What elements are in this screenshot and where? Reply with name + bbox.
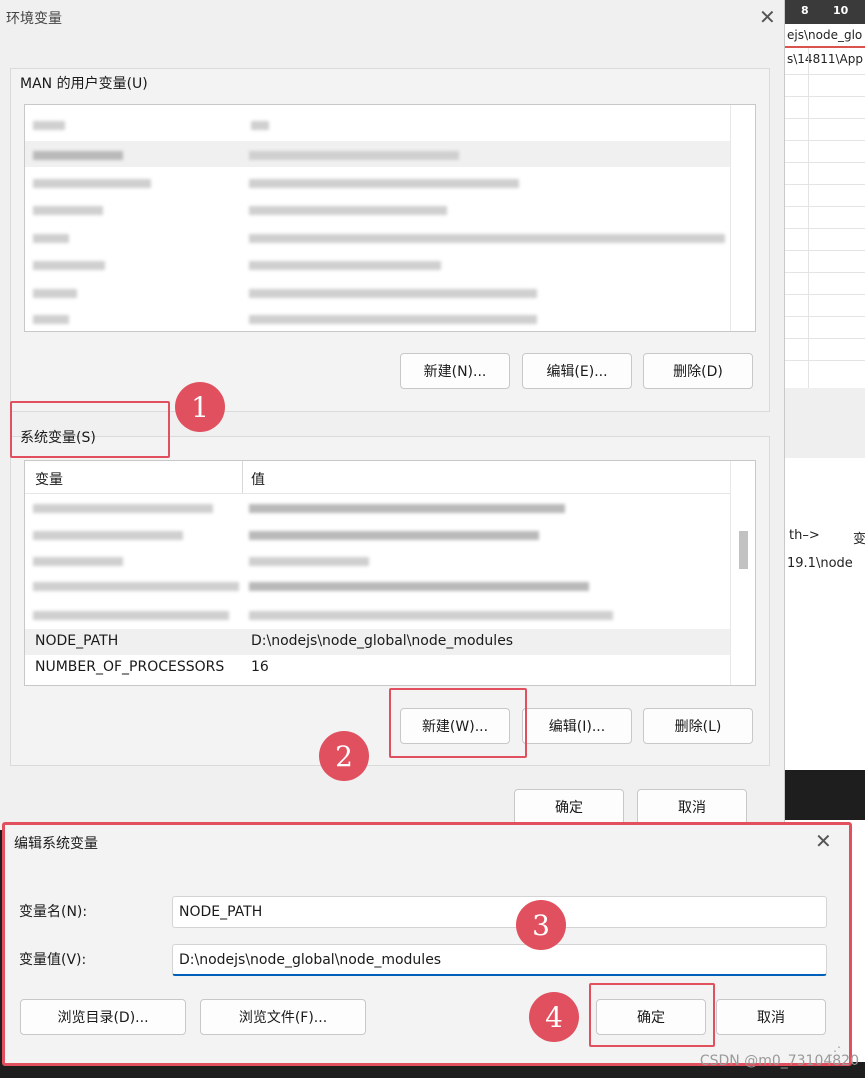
column-header-variable[interactable]: 变量 [35,469,63,489]
variable-value-label: 变量值(V): [19,952,87,968]
user-delete-button[interactable]: 删除(D) [643,353,753,389]
masked-cell [249,261,441,270]
annotation-box-new-button [389,688,527,758]
background-window [785,0,865,770]
background-col-8: 8 [801,4,809,17]
user-variables-rows [25,105,730,331]
background-grid-line [785,250,865,251]
background-text: th–> [789,528,820,543]
row-variable-name: NUMBER_OF_PROCESSORS [35,659,225,675]
masked-cell [33,557,123,566]
background-path-line: s\14811\App [787,52,863,66]
system-list-scrollbar[interactable] [730,461,755,685]
masked-cell [249,531,539,540]
variable-name-label: 变量名(N): [19,904,88,920]
background-grid-line [785,140,865,141]
masked-cell [33,206,103,215]
background-grid-line [785,118,865,119]
header-separator [25,493,730,494]
masked-cell [249,315,537,324]
variable-value-input[interactable] [172,944,827,976]
user-new-button[interactable]: 新建(N)... [400,353,510,389]
annotation-badge-3: 3 [516,900,566,950]
edit-dialog-title: 编辑系统变量 [14,836,98,852]
system-edit-button[interactable]: 编辑(I)... [522,708,632,744]
close-icon[interactable]: ✕ [815,831,832,851]
masked-cell [33,234,69,243]
masked-cell [249,557,369,566]
masked-cell [249,289,537,298]
background-underline [785,46,865,48]
background-grid-line [785,184,865,185]
masked-cell [249,151,459,160]
table-row[interactable]: NUMBER_OF_PROCESSORS 16 [25,655,730,681]
masked-cell [33,151,123,160]
background-header [785,0,865,24]
background-grid-line [785,206,865,207]
masked-cell [249,206,447,215]
background-text: 变 [853,532,865,547]
variable-name-input[interactable] [172,896,827,928]
dialog-title: 环境变量 [6,11,62,27]
background-grid-line [808,48,809,388]
masked-cell [249,234,725,243]
browse-directory-button[interactable]: 浏览目录(D)... [20,999,186,1035]
background-panel [785,388,865,458]
user-edit-button[interactable]: 编辑(E)... [522,353,632,389]
annotation-box-system-variables [10,401,170,458]
annotation-badge-4: 4 [529,992,579,1042]
masked-cell [249,504,565,513]
masked-cell [33,504,213,513]
edit-cancel-button[interactable]: 取消 [716,999,826,1035]
column-header-value[interactable]: 值 [251,469,265,489]
masked-cell [33,531,183,540]
masked-cell [33,179,151,188]
user-variables-list[interactable] [24,104,756,332]
background-grid-line [785,74,865,75]
background-text: 19.1\node [787,556,853,571]
row-variable-value: 16 [251,659,269,675]
user-variables-label: MAN 的用户变量(U) [20,76,148,92]
watermark: CSDN @m0_73104820 [699,1053,859,1069]
masked-cell [33,611,229,620]
masked-cell [33,289,77,298]
system-variables-list[interactable]: 变量 值 NODE_PATH D:\nodejs\node_global\nod… [24,460,756,686]
masked-cell [33,121,65,130]
table-row[interactable]: NODE_PATH D:\nodejs\node_global\node_mod… [25,629,730,655]
row-variable-name: NODE_PATH [35,633,119,649]
annotation-badge-1: 1 [175,382,225,432]
masked-cell [249,179,519,188]
background-grid-line [785,316,865,317]
annotation-badge-2: 2 [319,731,369,781]
env-ok-button[interactable]: 确定 [514,789,624,825]
background-grid-line [785,228,865,229]
masked-cell [249,582,589,591]
masked-cell [251,121,269,130]
system-delete-button[interactable]: 删除(L) [643,708,753,744]
row-variable-value: D:\nodejs\node_global\node_modules [251,633,514,649]
masked-cell [249,611,613,620]
column-divider[interactable] [242,461,243,493]
masked-cell [33,315,69,324]
background-grid-line [785,338,865,339]
masked-cell [33,261,105,270]
annotation-box-ok-button [589,983,715,1047]
background-grid-line [785,96,865,97]
close-icon[interactable]: ✕ [759,7,776,27]
scrollbar-thumb[interactable] [739,531,748,569]
background-grid-line [785,162,865,163]
masked-cell [33,582,239,591]
env-cancel-button[interactable]: 取消 [637,789,747,825]
background-grid-line [785,360,865,361]
browse-file-button[interactable]: 浏览文件(F)... [200,999,366,1035]
background-grid-line [785,294,865,295]
user-list-scrollbar[interactable] [730,105,755,331]
background-col-10: 10 [833,4,849,17]
background-path-line: ejs\node_glo [787,28,863,42]
background-grid-line [785,272,865,273]
background-dark-area [785,770,865,820]
